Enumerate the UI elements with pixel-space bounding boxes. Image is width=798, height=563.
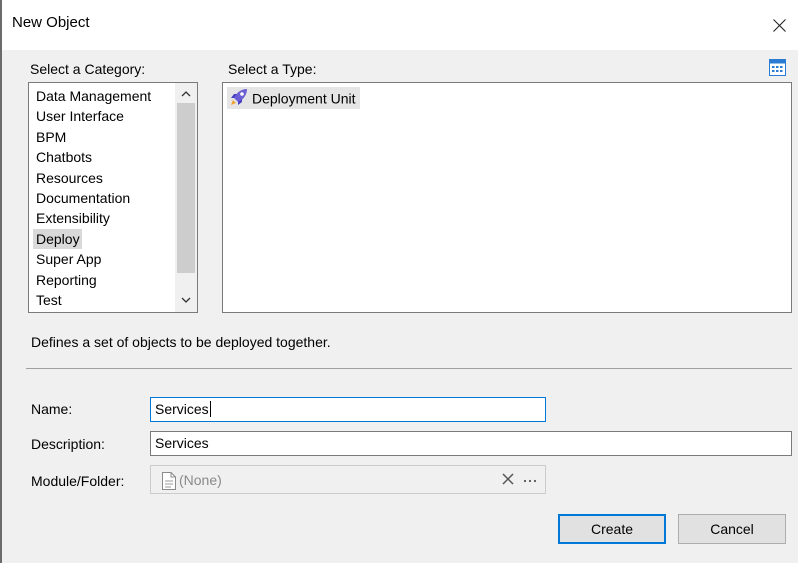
close-icon bbox=[773, 19, 786, 32]
description-input[interactable]: Services bbox=[150, 431, 792, 456]
ellipsis-icon bbox=[523, 479, 537, 483]
category-item-test[interactable]: Test bbox=[36, 290, 62, 310]
close-button[interactable] bbox=[764, 8, 794, 42]
separator bbox=[26, 368, 792, 369]
category-item-user-interface[interactable]: User Interface bbox=[36, 106, 124, 126]
description-input-value: Services bbox=[155, 435, 209, 451]
type-label: Select a Type: bbox=[228, 61, 317, 77]
name-input[interactable]: Services bbox=[150, 397, 546, 422]
category-item-deploy[interactable]: Deploy bbox=[33, 229, 82, 249]
title-bar: New Object bbox=[2, 0, 798, 50]
new-object-dialog: New Object Select a Category: Select a T… bbox=[2, 0, 798, 563]
rocket-icon bbox=[229, 87, 249, 113]
scroll-up-button[interactable] bbox=[175, 84, 197, 104]
grid-view-icon bbox=[769, 59, 786, 76]
type-item-label: Deployment Unit bbox=[252, 90, 356, 107]
clear-x-icon bbox=[502, 473, 514, 485]
category-item-super-app[interactable]: Super App bbox=[36, 249, 101, 269]
module-folder-selector[interactable]: (None) bbox=[150, 465, 546, 494]
chevron-down-icon bbox=[181, 297, 191, 303]
category-label: Select a Category: bbox=[30, 61, 146, 77]
name-label: Name: bbox=[31, 401, 73, 417]
document-icon bbox=[161, 472, 177, 493]
scroll-down-button[interactable] bbox=[175, 290, 197, 310]
view-toggle-button[interactable] bbox=[769, 59, 786, 76]
scroll-thumb[interactable] bbox=[177, 103, 195, 273]
category-scrollbar[interactable] bbox=[175, 83, 197, 312]
browse-module-button[interactable] bbox=[519, 469, 541, 489]
category-item-bpm[interactable]: BPM bbox=[36, 127, 66, 147]
create-button[interactable]: Create bbox=[558, 514, 666, 544]
category-listbox[interactable]: Data Management User Interface BPM Chatb… bbox=[28, 82, 198, 313]
category-item-documentation[interactable]: Documentation bbox=[36, 188, 130, 208]
category-item-reporting[interactable]: Reporting bbox=[36, 270, 97, 290]
dialog-title: New Object bbox=[12, 14, 90, 31]
category-item-chatbots[interactable]: Chatbots bbox=[36, 147, 92, 167]
module-folder-label: Module/Folder: bbox=[31, 473, 125, 489]
category-item-resources[interactable]: Resources bbox=[36, 168, 103, 188]
chevron-up-icon bbox=[181, 91, 191, 97]
type-description: Defines a set of objects to be deployed … bbox=[31, 334, 331, 350]
module-folder-value: (None) bbox=[179, 472, 222, 488]
type-listbox[interactable]: Deployment Unit bbox=[222, 82, 792, 313]
category-item-extensibility[interactable]: Extensibility bbox=[36, 208, 110, 228]
category-item-data-management[interactable]: Data Management bbox=[36, 86, 151, 106]
description-label: Description: bbox=[31, 436, 105, 452]
text-caret bbox=[209, 401, 211, 418]
type-item-deployment-unit[interactable]: Deployment Unit bbox=[227, 87, 360, 109]
clear-module-button[interactable] bbox=[499, 469, 517, 489]
name-input-value: Services bbox=[155, 401, 209, 417]
cancel-button[interactable]: Cancel bbox=[678, 514, 786, 544]
